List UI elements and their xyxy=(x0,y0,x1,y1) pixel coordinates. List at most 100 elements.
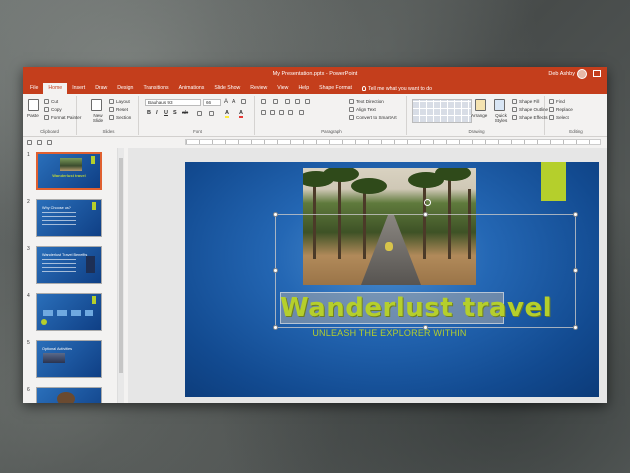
new-slide-icon[interactable] xyxy=(91,99,102,111)
slide-number: 2 xyxy=(27,199,30,205)
bullets-icon[interactable] xyxy=(261,99,266,104)
thumbnail-slide-2[interactable]: 2 Why Choose us? xyxy=(27,199,107,239)
drawing-group: Arrange Quick Styles Shape Fill Shape Ou… xyxy=(409,96,548,135)
resize-handle[interactable] xyxy=(573,268,578,273)
justify-icon[interactable] xyxy=(288,110,293,115)
scrollbar-thumb[interactable] xyxy=(119,158,123,373)
align-right-icon[interactable] xyxy=(279,110,284,115)
current-slide[interactable]: Wanderlust travel UNLEASH THE EXPLORER W… xyxy=(185,162,599,397)
resize-handle[interactable] xyxy=(573,325,578,330)
decrease-indent-icon[interactable] xyxy=(285,99,290,104)
grow-font-button[interactable]: A xyxy=(224,99,228,105)
tab-insert[interactable]: Insert xyxy=(67,83,90,94)
shadow-button[interactable]: S xyxy=(173,110,177,116)
text-direction-button[interactable]: Text Direction xyxy=(349,99,384,104)
new-slide-button[interactable]: New Slide xyxy=(89,113,107,123)
redo-icon[interactable] xyxy=(37,140,42,145)
font-color-button[interactable]: A xyxy=(239,110,243,118)
resize-handle[interactable] xyxy=(273,212,278,217)
tab-file[interactable]: File xyxy=(25,83,43,94)
find-button[interactable]: Find xyxy=(549,99,565,104)
shape-fill-button[interactable]: Shape Fill xyxy=(512,99,539,104)
align-left-icon[interactable] xyxy=(261,110,266,115)
avatar[interactable] xyxy=(577,69,587,79)
cut-button[interactable]: Cut xyxy=(44,99,58,104)
undo-icon[interactable] xyxy=(27,140,32,145)
arrange-button[interactable]: Arrange xyxy=(471,113,487,118)
slide-title[interactable]: Wanderlust travel xyxy=(280,293,552,323)
line-spacing-icon[interactable] xyxy=(305,99,310,104)
section-button[interactable]: Section xyxy=(109,115,131,120)
quick-styles-button[interactable]: Quick Styles xyxy=(493,113,509,123)
tab-home[interactable]: Home xyxy=(43,83,68,94)
find-label: Find xyxy=(556,99,565,104)
shape-outline-button[interactable]: Shape Outline xyxy=(512,107,548,112)
underline-button[interactable]: U xyxy=(164,110,168,116)
tab-shape-format[interactable]: Shape Format xyxy=(314,83,357,94)
thumbnail-slide-5[interactable]: 5 Optional Activities xyxy=(27,340,107,380)
user-name[interactable]: Deb Ashby xyxy=(548,71,575,77)
align-center-icon[interactable] xyxy=(270,110,275,115)
clear-formatting-icon[interactable] xyxy=(241,99,246,104)
shape-effects-button[interactable]: Shape Effects xyxy=(512,115,548,120)
arrange-icon[interactable] xyxy=(475,99,486,111)
highlight-button[interactable]: A xyxy=(225,110,229,118)
restore-window-icon[interactable] xyxy=(593,70,601,77)
quick-styles-icon[interactable] xyxy=(494,99,505,111)
tab-draw[interactable]: Draw xyxy=(90,83,112,94)
thumbnail-slide-1[interactable]: 1 Wanderlust travel xyxy=(27,152,107,192)
columns-icon[interactable] xyxy=(299,110,304,115)
font-group-label: Font xyxy=(193,129,202,134)
font-group: Bauhaus 93 66 A A B I U S ab A A Font xyxy=(141,96,255,135)
ribbon-tabs: File Home Insert Draw Design Transitions… xyxy=(23,82,607,94)
shape-effects-label: Shape Effects xyxy=(519,115,548,120)
tab-review[interactable]: Review xyxy=(245,83,272,94)
reset-button[interactable]: Reset xyxy=(109,107,128,112)
tab-animations[interactable]: Animations xyxy=(174,83,210,94)
thumbnail-slide-4[interactable]: 4 xyxy=(27,293,107,333)
accent-bar[interactable] xyxy=(541,162,566,201)
thumbnail-scrollbar[interactable] xyxy=(117,148,124,403)
format-painter-label: Format Painter xyxy=(51,115,82,120)
tab-view[interactable]: View xyxy=(272,83,293,94)
layout-button[interactable]: Layout xyxy=(109,99,130,104)
bold-button[interactable]: B xyxy=(147,110,151,116)
select-button[interactable]: Select xyxy=(549,115,569,120)
increase-indent-icon[interactable] xyxy=(295,99,300,104)
font-size-select[interactable]: 66 xyxy=(203,99,221,106)
convert-smartart-button[interactable]: Convert to SmartArt xyxy=(349,115,397,120)
font-name-select[interactable]: Bauhaus 93 xyxy=(145,99,201,106)
character-spacing-icon[interactable] xyxy=(197,111,202,116)
tab-transitions[interactable]: Transitions xyxy=(138,83,173,94)
italic-button[interactable]: I xyxy=(156,110,158,116)
slide-subtitle[interactable]: UNLEASH THE EXPLORER WITHIN xyxy=(275,328,504,338)
resize-handle[interactable] xyxy=(573,212,578,217)
search-icon xyxy=(549,99,554,104)
tab-design[interactable]: Design xyxy=(112,83,138,94)
resize-handle[interactable] xyxy=(423,212,428,217)
smartart-icon xyxy=(349,115,354,120)
paste-button[interactable]: Paste xyxy=(27,113,39,118)
thumbnail-slide-3[interactable]: 3 Wanderlust Travel Benefits xyxy=(27,246,107,286)
format-painter-button[interactable]: Format Painter xyxy=(44,115,81,120)
replace-button[interactable]: Replace xyxy=(549,107,573,112)
start-slideshow-icon[interactable] xyxy=(47,140,52,145)
shrink-font-button[interactable]: A xyxy=(232,99,235,105)
thumbnail-slide-6[interactable]: 6 xyxy=(27,387,107,403)
align-text-button[interactable]: Align Text xyxy=(349,107,376,112)
strikethrough-button[interactable]: ab xyxy=(182,110,188,116)
rotate-handle-icon[interactable] xyxy=(424,199,431,206)
copy-button[interactable]: Copy xyxy=(44,107,62,112)
shapes-gallery[interactable] xyxy=(412,99,472,123)
change-case-icon[interactable] xyxy=(209,111,214,116)
numbering-icon[interactable] xyxy=(273,99,278,104)
tell-me-search[interactable]: Tell me what you want to do xyxy=(357,83,437,94)
horizontal-scrollbar[interactable] xyxy=(128,399,607,403)
paste-icon[interactable] xyxy=(28,99,39,111)
title-bar: My Presentation.pptx - PowerPoint Deb As… xyxy=(23,67,607,82)
resize-handle[interactable] xyxy=(273,268,278,273)
section-icon xyxy=(109,115,114,120)
tab-help[interactable]: Help xyxy=(293,83,314,94)
tab-slide-show[interactable]: Slide Show xyxy=(209,83,245,94)
text-direction-label: Text Direction xyxy=(356,99,384,104)
